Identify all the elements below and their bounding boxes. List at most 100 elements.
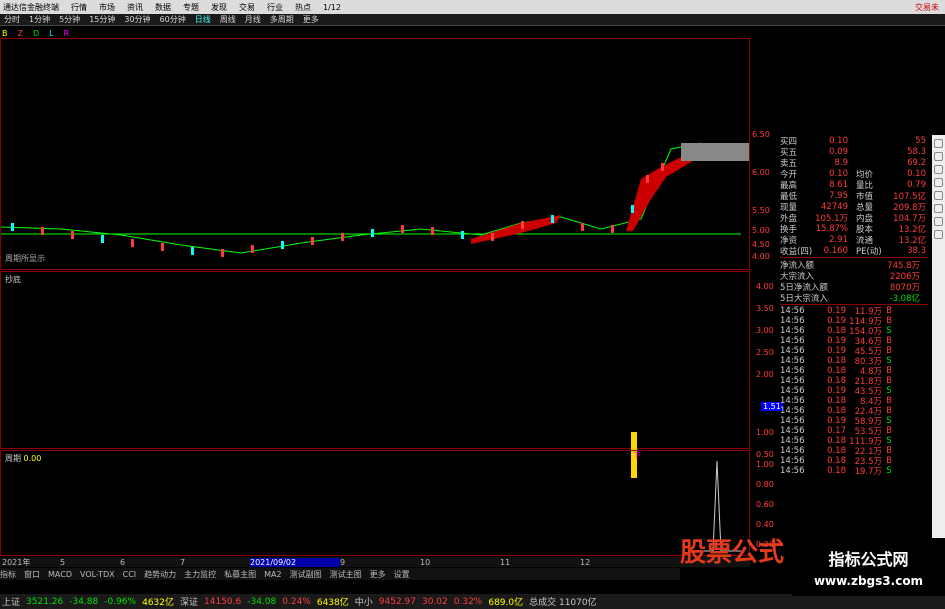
axis-tick: 0.80	[756, 480, 774, 489]
trade-brand[interactable]: 交易未	[915, 2, 939, 13]
index-name[interactable]: 中小	[355, 595, 373, 608]
quote-value: 8.61	[829, 179, 848, 190]
titlebar: 通达信金融终端 行情 市场 资讯 数据 专题 发现 交易 行业 热点 1/12 …	[0, 0, 945, 14]
tick-price: 0.18	[827, 396, 846, 406]
toolbar-icon[interactable]	[934, 204, 943, 213]
tick-side: B	[886, 306, 892, 316]
indicator-tab[interactable]: MACD	[48, 570, 72, 579]
menu-item[interactable]: 发现	[211, 2, 227, 13]
indicator-tab[interactable]: 测试主图	[330, 569, 362, 580]
axis-tick: 4.00	[756, 282, 774, 291]
tick-side: B	[886, 366, 892, 376]
menu-item[interactable]: 市场	[99, 2, 115, 13]
period-tab[interactable]: 30分钟	[124, 14, 150, 25]
tick-time: 14:56	[780, 406, 805, 416]
sub2-name: 周期	[5, 454, 21, 463]
toolbar-icon[interactable]	[934, 152, 943, 161]
quote-value: 0.160	[823, 245, 848, 256]
indicator-tab[interactable]: 指标	[0, 569, 16, 580]
main-kline-panel[interactable]: 周期所显示	[0, 38, 750, 270]
axis-tick: 3.50	[756, 304, 774, 313]
period-tab[interactable]: 周线	[220, 14, 236, 25]
tick-time: 14:56	[780, 396, 805, 406]
tick-price: 0.18	[827, 436, 846, 446]
period-tab[interactable]: 月线	[245, 14, 261, 25]
tick-side: B	[886, 456, 892, 466]
period-tab[interactable]: 1分钟	[29, 14, 50, 25]
indicator-tab[interactable]: 窗口	[24, 569, 40, 580]
tick-price: 0.18	[827, 466, 846, 476]
toolbar-icon[interactable]	[934, 217, 943, 226]
tick-price: 0.18	[827, 406, 846, 416]
quote-value: 42749	[820, 201, 848, 212]
sub2-title: 周期 0.00	[1, 451, 749, 466]
axis-tick: 1.00	[756, 460, 774, 469]
indicator-tab[interactable]: 设置	[394, 569, 410, 580]
sub-panel-2[interactable]: 周期 0.00	[0, 450, 750, 556]
tick-price: 0.18	[827, 456, 846, 466]
axis-tick: 0.40	[756, 520, 774, 529]
candle	[551, 215, 554, 223]
menu-item[interactable]: 交易	[239, 2, 255, 13]
index-name[interactable]: 深证	[180, 595, 198, 608]
indicator-tab[interactable]: 更多	[370, 569, 386, 580]
indicator-tab[interactable]: CCI	[123, 570, 137, 579]
toolbar-icon[interactable]	[934, 178, 943, 187]
menu-item[interactable]: 行业	[267, 2, 283, 13]
index-change: -34.08	[247, 596, 277, 607]
menu-item[interactable]: 专题	[183, 2, 199, 13]
index-pct: -0.96%	[104, 596, 137, 607]
menu-item[interactable]: 行情	[71, 2, 87, 13]
watermark-url: www.zbgs3.com	[813, 574, 924, 588]
period-tab[interactable]: 5分钟	[59, 14, 80, 25]
axis-tick: 1.00	[756, 428, 774, 437]
index-name[interactable]: 上证	[2, 595, 20, 608]
candles	[11, 153, 684, 257]
menu-item[interactable]: 资讯	[127, 2, 143, 13]
legend-item: R	[63, 28, 70, 38]
candle	[581, 223, 584, 231]
period-tab[interactable]: 15分钟	[89, 14, 115, 25]
tick-side: B	[886, 446, 892, 456]
indicator-tab[interactable]: 趋势动力	[144, 569, 176, 580]
date-label: 7	[180, 557, 186, 567]
indicator-tab[interactable]: 私募主图	[224, 569, 256, 580]
menu-item[interactable]: 1/12	[323, 3, 341, 12]
quote-value: 13.2亿	[898, 235, 926, 246]
period-tab[interactable]: 更多	[303, 14, 319, 25]
candle	[611, 225, 614, 233]
tick-list[interactable]: 14:56 0.19 11.9万 B 14:56 0.19 114.9万 B 14:56 0.18…	[780, 306, 928, 477]
quote-row: 最低 7.95 市值 107.5亿	[780, 190, 928, 202]
axis-tick: 5.50	[752, 206, 770, 215]
index-value: 3521.26	[26, 596, 64, 607]
date-label: 11	[500, 557, 511, 567]
toolbar-icon[interactable]	[934, 191, 943, 200]
menu-item[interactable]: 热点	[295, 2, 311, 13]
tick-side: S	[886, 436, 892, 446]
menu-item[interactable]: 数据	[155, 2, 171, 13]
indicator-tab[interactable]: 主力监控	[184, 569, 216, 580]
index-value: 14150.6	[204, 596, 242, 607]
period-tab[interactable]: 60分钟	[160, 14, 186, 25]
flow-row: 净流入额 745.8万	[780, 259, 928, 271]
indicator-tab[interactable]: MA2	[264, 570, 281, 579]
candle	[71, 231, 74, 239]
candle	[341, 233, 344, 241]
toolbar-icon[interactable]	[934, 139, 943, 148]
period-tab-active[interactable]: 日线	[195, 14, 211, 25]
candle	[461, 231, 464, 239]
candle	[661, 163, 664, 171]
tick-time: 14:56	[780, 386, 805, 396]
index-volume: 6438亿	[316, 598, 349, 608]
period-tab[interactable]: 分时	[4, 14, 20, 25]
indicator-tab[interactable]: 测试副图	[290, 569, 322, 580]
period-tab[interactable]: 多周期	[270, 14, 294, 25]
indicator-tab[interactable]: VOL-TDX	[80, 570, 115, 579]
quote-value: 58.3	[907, 146, 926, 157]
toolbar-icon[interactable]	[934, 230, 943, 239]
watermark-badge: 指标公式网 www.zbgs3.com	[792, 538, 945, 596]
index-volume: 689.0亿	[488, 598, 524, 608]
sub-panel-1[interactable]: 抄底 下 1.51	[0, 271, 783, 478]
sub2-value: 0.00	[23, 454, 42, 463]
toolbar-icon[interactable]	[934, 165, 943, 174]
